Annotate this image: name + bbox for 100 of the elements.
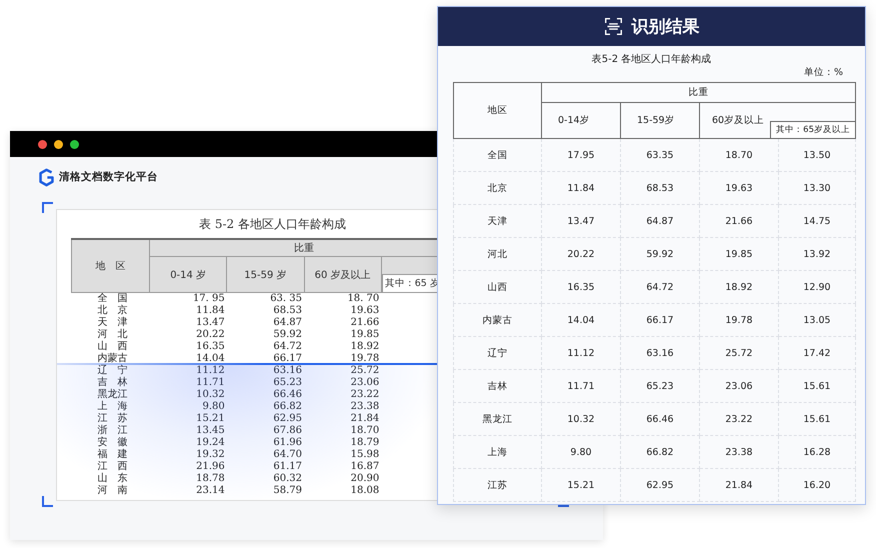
table-cell: 11.84: [542, 172, 620, 204]
table-cell-text: 18.70: [350, 425, 380, 437]
table-cell-text: 23.22: [350, 389, 380, 401]
table-cell: 15.61: [778, 402, 856, 436]
table-cell-text: 67.86: [272, 425, 303, 437]
table-cell-text: 14.04: [195, 353, 226, 365]
table-cell-text: 18.92: [350, 341, 380, 353]
table-cell-text: 66.46: [272, 389, 303, 401]
table-cell-text: 65.23: [272, 377, 303, 389]
table-cell: 63.16: [620, 336, 700, 370]
table-cell: 10.32: [542, 402, 620, 436]
table-cell: 16.20: [778, 468, 856, 502]
table-cell-text: 62.95: [272, 413, 303, 425]
table-cell-text: 21.66: [350, 317, 380, 329]
table-cell: 天津: [454, 204, 542, 238]
table-cell: 19.78: [700, 304, 778, 336]
table-cell-text: 11.12: [195, 365, 226, 377]
table-cell-text: 23.14: [195, 485, 226, 497]
table-cell: 13.30: [778, 172, 856, 204]
table-cell-text: 江 西: [96, 461, 128, 472]
table-cell-text: 黑龙江: [96, 389, 128, 400]
table-cell: 13.50: [778, 138, 856, 172]
table-cell: 64.72: [620, 270, 700, 304]
table-cell-text: 福 建: [96, 449, 128, 461]
table-cell-text: 15.21: [195, 413, 226, 425]
table-title: 表 5-2 各地区人口年龄构成: [199, 216, 346, 233]
table-cell: 黑龙江: [454, 402, 542, 436]
table-cell-text: 11.71: [195, 377, 226, 389]
table-cell: 65.23: [620, 370, 700, 402]
table-cell-text: 内蒙古: [96, 353, 128, 364]
table-cell-text: 58.79: [272, 485, 303, 497]
logo-icon: [38, 168, 55, 186]
table-cell: 17.95: [542, 138, 620, 172]
header-cell: 60 岁及以上: [304, 256, 382, 292]
table-cell: 25.72: [700, 336, 778, 370]
header-cell: 0-14 岁: [150, 256, 227, 292]
table-cell: 18.92: [700, 270, 778, 304]
table-cell-text: 18.79: [350, 437, 380, 449]
table-cell-text: 66.82: [272, 401, 303, 413]
table-cell-text: 21.96: [195, 461, 226, 473]
table-cell: 62.95: [620, 468, 700, 502]
table-cell-text: 河 南: [96, 485, 128, 497]
table-cell-text: 59.92: [272, 329, 303, 341]
table-cell-text: 18.78: [195, 473, 226, 485]
table-cell-text: 63.16: [272, 365, 303, 377]
table-cell: 北京: [454, 172, 542, 204]
table-cell-text: 13.47: [195, 317, 226, 329]
table-cell-text: 61.17: [272, 461, 303, 473]
table-cell: 内蒙古: [454, 304, 542, 336]
table-cell: 66.82: [620, 436, 700, 468]
table-cell: 辽宁: [454, 336, 542, 370]
table-cell: 17. 95: [150, 292, 227, 305]
table-cell: 66.46: [620, 402, 700, 436]
table-cell: 16.28: [778, 436, 856, 468]
table-cell: 河北: [454, 238, 542, 270]
table-cell-text: 64.72: [272, 341, 303, 353]
close-button[interactable]: [38, 140, 47, 148]
table-cell-text: 天 津: [96, 317, 128, 328]
table-cell: 13.92: [778, 238, 856, 270]
table-cell: 21.84: [700, 468, 778, 502]
table-cell: 21.66: [700, 204, 778, 238]
header-cell: 比重: [542, 82, 856, 102]
header-cell: 其中：65岁及以上: [770, 121, 855, 138]
table-cell: 11.12: [542, 336, 620, 370]
maximize-button[interactable]: [70, 140, 79, 148]
table-cell-text: 浙 江: [96, 425, 128, 436]
table-cell: 14.75: [778, 204, 856, 238]
table-cell-text: 61.96: [272, 437, 303, 449]
table-cell-text: 11.84: [195, 305, 226, 317]
table-cell: 64.87: [620, 204, 700, 238]
table-cell: 13.05: [778, 304, 856, 336]
table-cell-text: 山 东: [96, 473, 128, 484]
table-cell-text: 25.72: [350, 365, 380, 377]
header-cell: 15-59 岁: [226, 256, 304, 292]
table-cell: 山西: [454, 270, 542, 304]
table-cell: 9.80: [542, 436, 620, 468]
table-cell-text: 16.35: [195, 341, 226, 353]
minimize-button[interactable]: [54, 140, 63, 148]
table-cell: 14.04: [542, 304, 620, 336]
table-cell: 23.06: [700, 370, 778, 402]
table-cell: 全 国: [72, 292, 150, 305]
table-cell: 19.63: [700, 172, 778, 204]
table-cell: 20.22: [542, 238, 620, 270]
app-name: 清格文档数字化平台: [59, 170, 158, 184]
table-cell: 吉林: [454, 370, 542, 402]
header-cell: 15-59岁: [620, 102, 700, 138]
table-cell-text: 河 北: [96, 329, 128, 340]
table-cell-text: 21.84: [350, 413, 380, 425]
table-cell-text: 19.32: [195, 449, 226, 461]
table-cell-text: 山 西: [96, 341, 128, 352]
table-cell: 江苏: [454, 468, 542, 502]
table-cell-text: 上 海: [96, 401, 128, 412]
table-cell-text: 15.98: [350, 449, 380, 461]
table-cell-text: 66.17: [272, 353, 303, 365]
header-cell: 地 区: [72, 239, 150, 292]
table-cell-text: 北 京: [96, 305, 128, 316]
table-cell: 17.42: [778, 336, 856, 370]
table-title: 表5-2 各地区人口年龄构成: [590, 52, 712, 66]
frame-corner: [42, 496, 53, 507]
table-cell: 66.17: [620, 304, 700, 336]
